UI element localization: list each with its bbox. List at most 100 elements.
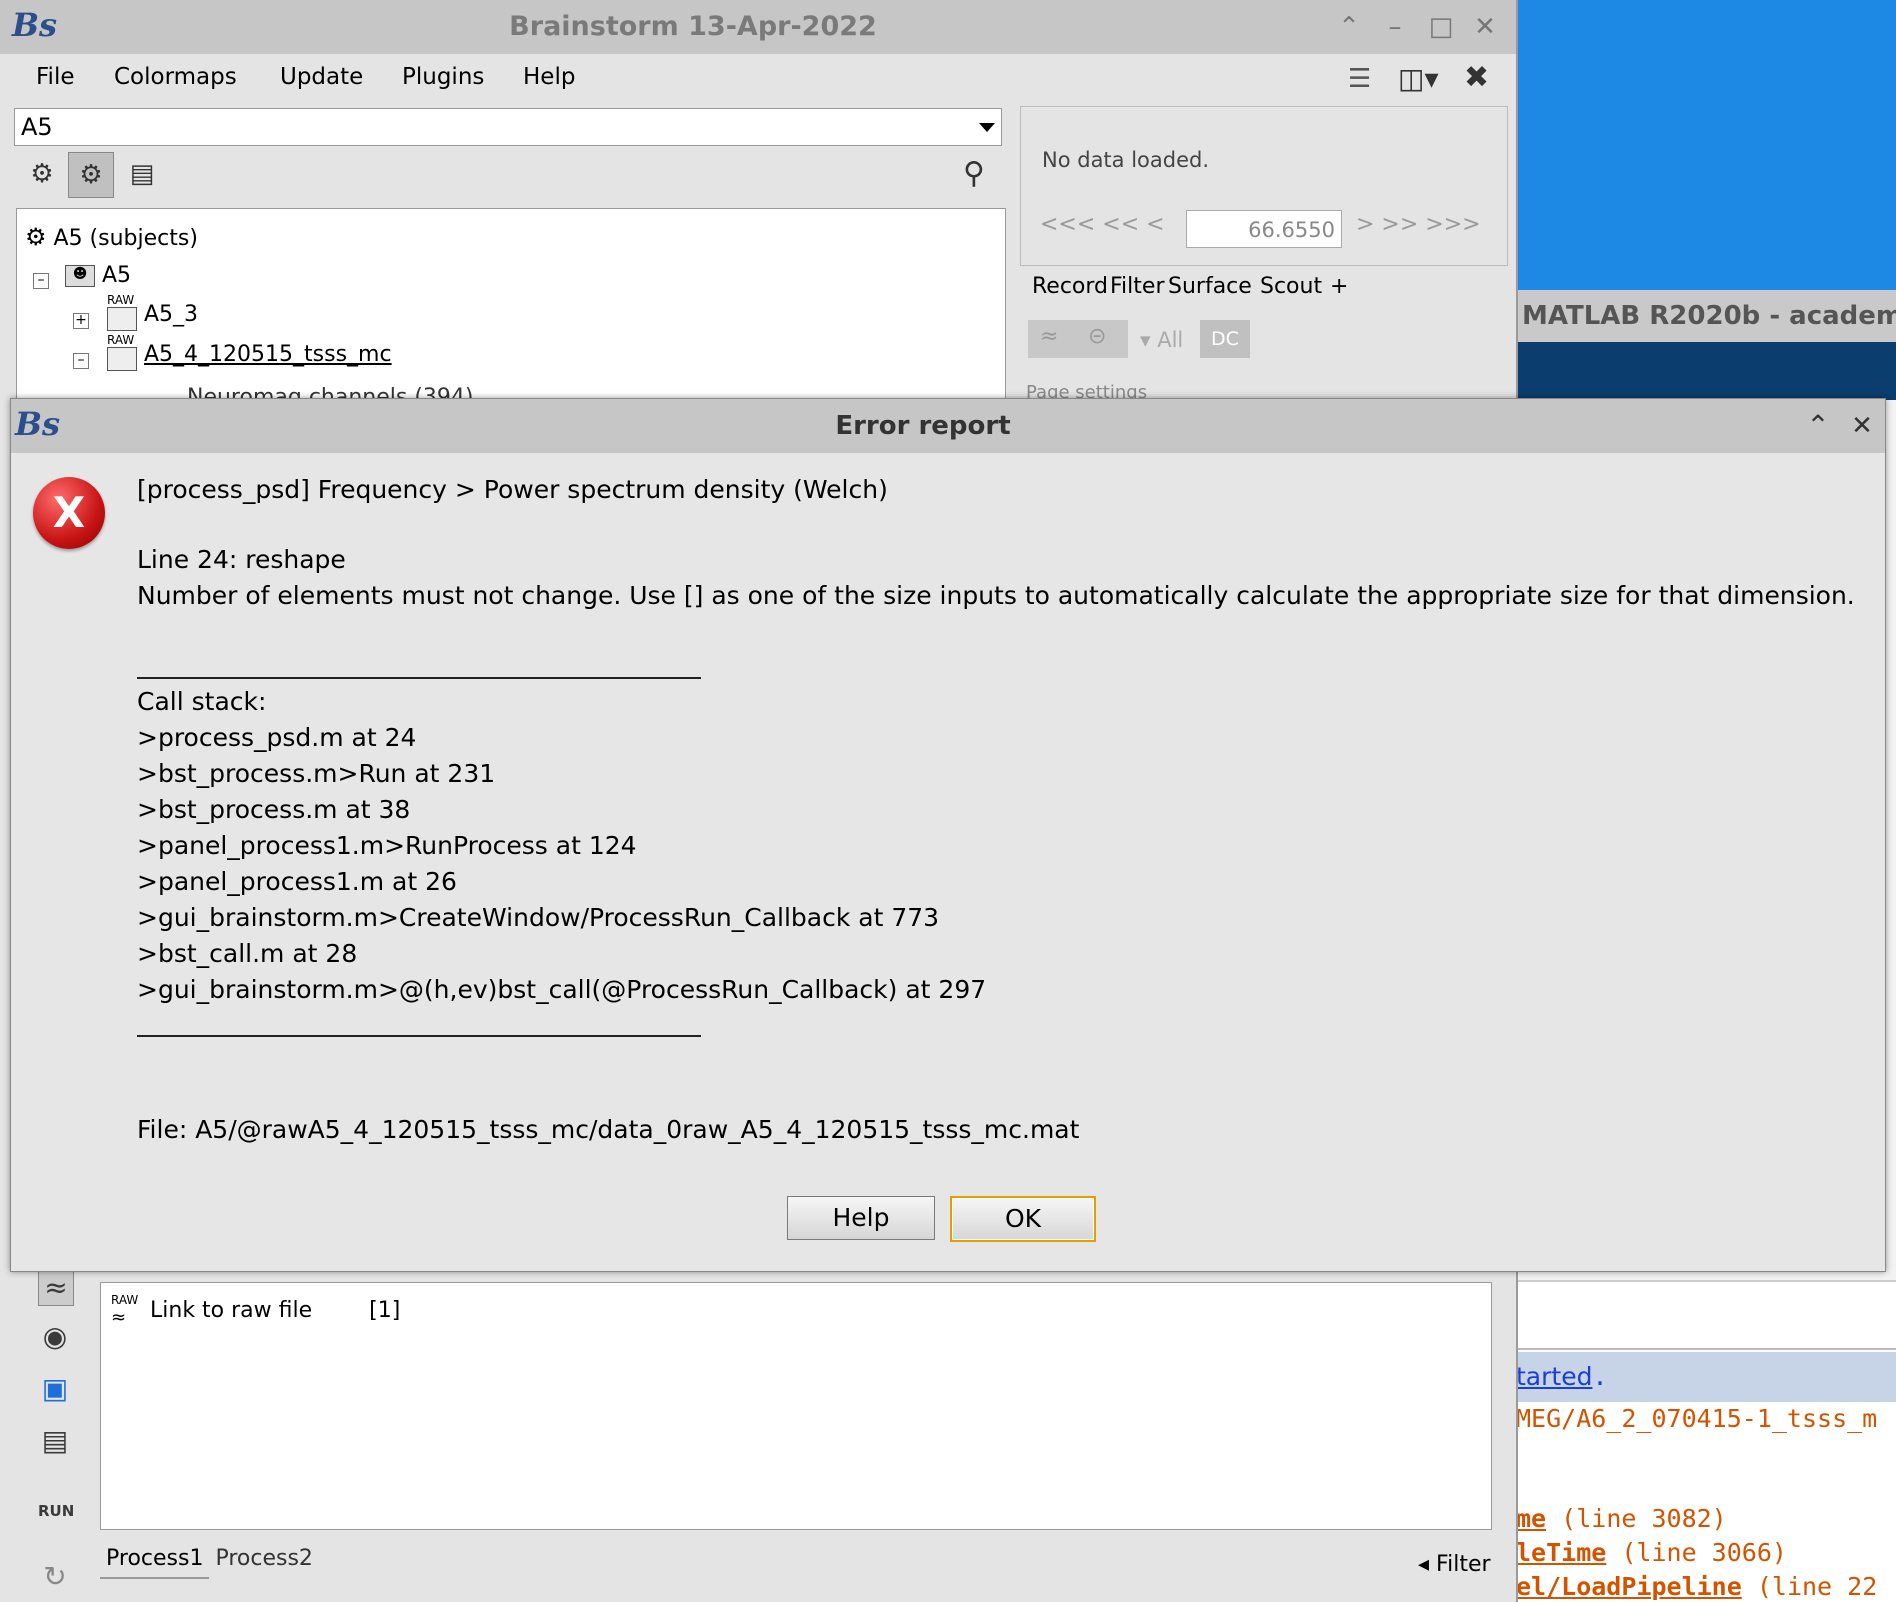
layout-icon[interactable]: ◫▾ xyxy=(1398,62,1439,95)
minimize-icon[interactable]: – xyxy=(1378,10,1412,44)
tab-surface-wrap: Surface xyxy=(1168,274,1252,299)
tab-process1[interactable]: Process1 xyxy=(100,1540,210,1579)
tree-node-a5-3[interactable]: RAW A5_3 xyxy=(107,293,199,331)
montage-all-select[interactable]: ▾ All xyxy=(1140,328,1183,352)
subjects-icon: ⚙ xyxy=(25,223,47,251)
tab-process2[interactable]: Process2 xyxy=(209,1540,318,1577)
separator-top xyxy=(137,677,701,679)
stack-line-3: >bst_process.m at 38 xyxy=(137,795,411,824)
search-icon[interactable]: ⚲ xyxy=(952,152,996,196)
anatomy-view-icon[interactable]: ⚙ xyxy=(68,152,114,198)
matlab-title: MATLAB R2020b - academic xyxy=(1516,290,1896,342)
waves-icon[interactable]: ≈ xyxy=(1040,324,1058,349)
matlab-toolbar-strip xyxy=(1516,342,1896,400)
montage-all-label: All xyxy=(1157,328,1184,352)
stack-line-6: >gui_brainstorm.m>CreateWindow/ProcessRu… xyxy=(137,903,940,932)
collapse-icon[interactable]: – xyxy=(33,273,49,289)
protocol-select[interactable]: A5 xyxy=(14,108,1002,146)
filter-label: Filter xyxy=(1436,1552,1491,1577)
dialog-close-icon[interactable]: ✕ xyxy=(1845,409,1879,443)
matrix-icon[interactable]: ▤ xyxy=(38,1424,72,1458)
brain-icon[interactable]: ◉ xyxy=(38,1320,72,1354)
sources-icon[interactable]: ▣ xyxy=(38,1372,72,1406)
matlab-error-link-b[interactable]: leTime xyxy=(1516,1538,1606,1567)
stack-line-4: >panel_process1.m>RunProcess at 124 xyxy=(137,831,637,860)
chevron-up-icon-dialog[interactable]: ⌃ xyxy=(1801,409,1835,443)
tab-scout[interactable]: Scout xyxy=(1260,274,1322,299)
main-window-title: Brainstorm 13-Apr-2022 xyxy=(509,11,877,42)
run-button[interactable]: RUN xyxy=(38,1494,74,1528)
dc-button[interactable]: DC xyxy=(1200,320,1250,358)
collapse-icon-2[interactable]: – xyxy=(73,353,89,369)
tab-filter-wrap: Filter xyxy=(1110,274,1164,299)
tree-subject-label: A5 xyxy=(102,263,132,288)
matlab-started-text[interactable]: tarted xyxy=(1516,1362,1592,1391)
chevron-up-icon[interactable]: ⌃ xyxy=(1332,10,1366,44)
montage-icon[interactable]: ⊝ xyxy=(1088,324,1106,349)
menu-help[interactable]: Help xyxy=(523,64,575,90)
dialog-titlebar[interactable]: Bs Error report ⌃ ✕ xyxy=(11,399,1885,453)
protocol-select-value: A5 xyxy=(21,113,53,141)
matlab-error-loc-c: (line 22 xyxy=(1756,1572,1878,1601)
main-titlebar[interactable]: Bs Brainstorm 13-Apr-2022 ⌃ – □ ✕ xyxy=(0,0,1516,54)
tab-scout-wrap: Scout xyxy=(1260,274,1322,299)
tree-subject[interactable]: ☻ A5 xyxy=(65,263,131,288)
filter-button[interactable]: ◂ Filter xyxy=(1418,1552,1491,1577)
raw-file-icon: RAW ≈ xyxy=(111,1293,143,1328)
tab-filter[interactable]: Filter xyxy=(1110,274,1164,299)
maximize-icon[interactable]: □ xyxy=(1424,10,1458,44)
process-tabs: Process1 Process2 xyxy=(100,1540,319,1579)
raw-waves: ≈ xyxy=(111,1307,127,1328)
functional-view-icon[interactable]: ⚙ xyxy=(20,152,64,196)
tab-bar: Record xyxy=(1032,274,1108,299)
matlab-error-link-a[interactable]: me xyxy=(1516,1504,1546,1533)
menu-update[interactable]: Update xyxy=(280,64,363,90)
tab-add[interactable]: + xyxy=(1330,274,1348,299)
raw-badge-2: RAW xyxy=(107,333,135,347)
refresh-icon[interactable]: ↻ xyxy=(38,1560,72,1594)
error-report-dialog: Bs Error report ⌃ ✕ X [process_psd] Freq… xyxy=(10,398,1886,1272)
menu-bar: File Colormaps Update Plugins Help ☰ ◫▾ … xyxy=(0,54,1516,104)
list-item-label: Link to raw file xyxy=(150,1298,313,1323)
menu-plugins[interactable]: Plugins xyxy=(402,64,484,90)
matlab-error-link-c[interactable]: el/LoadPipeline xyxy=(1516,1572,1742,1601)
expand-icon[interactable]: + xyxy=(73,313,89,329)
matlab-started-link[interactable]: tarted. xyxy=(1516,1362,1608,1391)
study-view-icon[interactable]: ▤ xyxy=(120,152,164,196)
matlab-error-line-b: leTime (line 3066) xyxy=(1516,1538,1787,1567)
menu-colormaps[interactable]: Colormaps xyxy=(114,64,237,90)
process-file-list: RAW ≈ Link to raw file [1] xyxy=(100,1282,1492,1530)
tree-root-label: A5 (subjects) xyxy=(53,226,198,251)
time-nav-right[interactable]: > >> >>> xyxy=(1356,212,1481,237)
help-button[interactable]: Help xyxy=(787,1196,935,1240)
stack-line-1: >process_psd.m at 24 xyxy=(137,723,417,752)
list-item-count: [1] xyxy=(369,1298,401,1323)
tree-node-a5-4[interactable]: RAW A5_4_120515_tsss_mc xyxy=(107,333,392,371)
dialog-title: Error report xyxy=(835,411,1011,441)
close-all-icon[interactable]: ✖ xyxy=(1464,60,1489,95)
list-icon[interactable]: ☰ xyxy=(1348,64,1371,94)
list-item[interactable]: RAW ≈ Link to raw file [1] xyxy=(111,1293,401,1328)
tree-root[interactable]: ⚙ A5 (subjects) xyxy=(25,223,198,251)
time-input[interactable]: 66.6550 xyxy=(1186,210,1342,248)
ok-button[interactable]: OK xyxy=(950,1196,1096,1242)
tree-node-a5-4-label: A5_4_120515_tsss_mc xyxy=(144,342,392,367)
folder-icon xyxy=(107,307,137,331)
close-icon[interactable]: ✕ xyxy=(1468,10,1502,44)
process-sidebar: ≈ ◉ ▣ ▤ RUN ↻ xyxy=(24,1270,80,1593)
tree-node-a5-3-label: A5_3 xyxy=(144,302,199,327)
tab-surface[interactable]: Surface xyxy=(1168,274,1252,299)
raw-badge: RAW xyxy=(107,293,135,307)
error-line-info: Line 24: reshape xyxy=(137,545,346,574)
stack-line-8: >gui_brainstorm.m>@(h,ev)bst_call(@Proce… xyxy=(137,975,987,1004)
file-path-line: File: A5/@rawA5_4_120515_tsss_mc/data_0r… xyxy=(137,1115,1080,1144)
tab-record[interactable]: Record xyxy=(1032,274,1108,299)
chevron-down-icon xyxy=(979,123,995,132)
raw-data-icon[interactable]: ≈ xyxy=(38,1270,74,1306)
time-nav-left[interactable]: <<< << < xyxy=(1040,212,1165,237)
process-name-line: [process_psd] Frequency > Power spectrum… xyxy=(137,475,888,504)
separator-bottom xyxy=(137,1035,701,1037)
menu-file[interactable]: File xyxy=(36,64,75,90)
open-folder-icon xyxy=(107,347,137,371)
raw-file-badge: RAW xyxy=(111,1293,139,1307)
